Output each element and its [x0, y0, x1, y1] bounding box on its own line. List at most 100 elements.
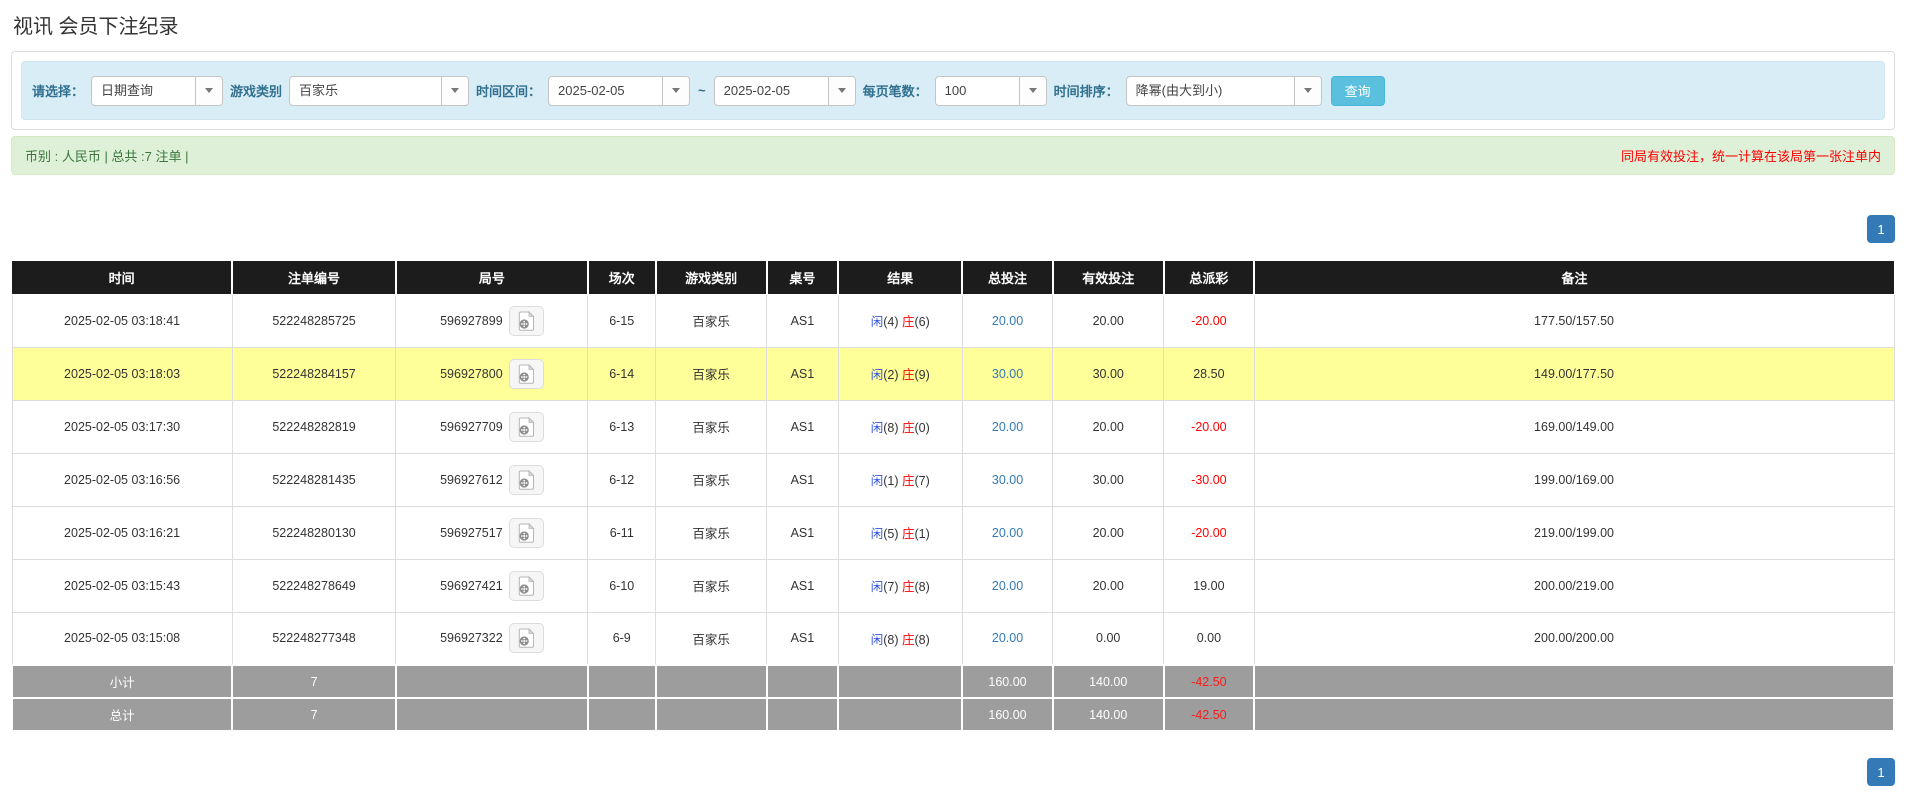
round-id-value: 596927899 [440, 314, 503, 328]
cell-result: 闲(4) 庄(6) [838, 294, 962, 347]
cell-empty [656, 665, 767, 698]
cell-session: 6-9 [588, 612, 656, 665]
video-replay-button[interactable] [509, 571, 544, 601]
cell-empty [767, 698, 839, 731]
subtotal-row: 小计 7 160.00 140.00 -42.50 [12, 665, 1894, 698]
cell-valid-bet: 20.00 [1053, 294, 1164, 347]
search-button[interactable]: 查询 [1331, 76, 1385, 106]
result-banker-score: (7) [915, 474, 930, 488]
grand-total-total-bet: 160.00 [962, 698, 1052, 731]
query-type-select[interactable]: 日期查询 [91, 76, 223, 106]
cell-empty [656, 698, 767, 731]
date-from-select[interactable]: 2025-02-05 [548, 76, 690, 106]
cell-total-bet: 20.00 [962, 506, 1052, 559]
video-file-icon [517, 364, 535, 384]
date-to-value: 2025-02-05 [715, 77, 828, 105]
chevron-down-icon[interactable] [1019, 77, 1046, 105]
col-header-remark: 备注 [1254, 261, 1894, 294]
subtotal-payout: -42.50 [1164, 665, 1254, 698]
sort-order-select[interactable]: 降幂(由大到小) [1126, 76, 1322, 106]
round-id-value: 596927800 [440, 367, 503, 381]
cell-round-id: 596927517 [396, 506, 588, 559]
cell-result: 闲(1) 庄(7) [838, 453, 962, 506]
cell-total-bet: 20.00 [962, 612, 1052, 665]
cell-total-bet: 20.00 [962, 400, 1052, 453]
cell-time: 2025-02-05 03:17:30 [12, 400, 232, 453]
chevron-down-icon[interactable] [662, 77, 689, 105]
video-file-icon [517, 470, 535, 490]
result-banker-score: (1) [915, 527, 930, 541]
col-header-table-no: 桌号 [767, 261, 839, 294]
cell-bet-id: 522248285725 [232, 294, 396, 347]
cell-time: 2025-02-05 03:18:03 [12, 347, 232, 400]
table-row: 2025-02-05 03:18:03 522248284157 5969278… [12, 347, 1894, 400]
video-replay-button[interactable] [509, 412, 544, 442]
pagination-page-1-button[interactable]: 1 [1867, 215, 1895, 243]
cell-bet-id: 522248280130 [232, 506, 396, 559]
subtotal-total-bet: 160.00 [962, 665, 1052, 698]
grand-total-count: 7 [232, 698, 396, 731]
query-type-label: 请选择： [32, 81, 84, 100]
cell-total-bet: 20.00 [962, 294, 1052, 347]
date-from-value: 2025-02-05 [549, 77, 662, 105]
sort-order-value: 降幂(由大到小) [1127, 77, 1294, 105]
date-to-select[interactable]: 2025-02-05 [714, 76, 856, 106]
chevron-down-icon[interactable] [828, 77, 855, 105]
filter-bar: 请选择： 日期查询 游戏类别 百家乐 时间区间： 2025-02-05 ~ 20… [21, 61, 1885, 120]
cell-round-id: 596927899 [396, 294, 588, 347]
cell-bet-id: 522248284157 [232, 347, 396, 400]
result-banker-label: 庄 [902, 474, 915, 488]
cell-table-no: AS1 [767, 612, 839, 665]
video-file-icon [517, 523, 535, 543]
triangle-glyph [451, 88, 459, 93]
result-banker-score: (8) [915, 580, 930, 594]
result-banker-label: 庄 [902, 580, 915, 594]
col-header-bet-id: 注单编号 [232, 261, 396, 294]
round-id-value: 596927421 [440, 579, 503, 593]
page-title: 视讯 会员下注纪录 [13, 10, 1895, 39]
cell-empty [1254, 698, 1894, 731]
result-player-score: (4) [883, 315, 898, 329]
cell-result: 闲(7) 庄(8) [838, 559, 962, 612]
time-range-label: 时间区间： [476, 81, 541, 100]
triangle-glyph [838, 88, 846, 93]
pagination-page-1-button[interactable]: 1 [1867, 758, 1895, 786]
cell-time: 2025-02-05 03:16:56 [12, 453, 232, 506]
game-type-label: 游戏类别 [230, 81, 282, 100]
cell-remark: 219.00/199.00 [1254, 506, 1894, 559]
cell-remark: 169.00/149.00 [1254, 400, 1894, 453]
col-header-session: 场次 [588, 261, 656, 294]
chevron-down-icon[interactable] [441, 77, 468, 105]
summary-bar: 币别 : 人民币 | 总共 :7 注单 | 同局有效投注，统一计算在该局第一张注… [11, 136, 1895, 175]
pagination-top: 1 [11, 215, 1895, 243]
video-replay-button[interactable] [509, 623, 544, 653]
video-replay-button[interactable] [509, 518, 544, 548]
cell-table-no: AS1 [767, 294, 839, 347]
table-row: 2025-02-05 03:18:41 522248285725 5969278… [12, 294, 1894, 347]
video-replay-button[interactable] [509, 359, 544, 389]
cell-total-bet: 30.00 [962, 347, 1052, 400]
result-player-label: 闲 [871, 315, 884, 329]
triangle-glyph [1304, 88, 1312, 93]
bet-records-table: 时间 注单编号 局号 场次 游戏类别 桌号 结果 总投注 有效投注 总派彩 备注… [11, 261, 1895, 732]
page-size-value: 100 [936, 77, 1019, 105]
chevron-down-icon[interactable] [195, 77, 222, 105]
video-replay-button[interactable] [509, 306, 544, 336]
cell-empty [838, 698, 962, 731]
col-header-time: 时间 [12, 261, 232, 294]
cell-game-type: 百家乐 [656, 294, 767, 347]
filter-panel: 请选择： 日期查询 游戏类别 百家乐 时间区间： 2025-02-05 ~ 20… [11, 51, 1895, 130]
triangle-glyph [205, 88, 213, 93]
game-type-select[interactable]: 百家乐 [289, 76, 469, 106]
cell-round-id: 596927612 [396, 453, 588, 506]
video-replay-button[interactable] [509, 465, 544, 495]
cell-session: 6-11 [588, 506, 656, 559]
result-banker-label: 庄 [902, 421, 915, 435]
cell-game-type: 百家乐 [656, 612, 767, 665]
cell-result: 闲(8) 庄(0) [838, 400, 962, 453]
chevron-down-icon[interactable] [1294, 77, 1321, 105]
cell-game-type: 百家乐 [656, 453, 767, 506]
page-size-select[interactable]: 100 [935, 76, 1047, 106]
result-player-score: (7) [883, 580, 898, 594]
cell-round-id: 596927709 [396, 400, 588, 453]
